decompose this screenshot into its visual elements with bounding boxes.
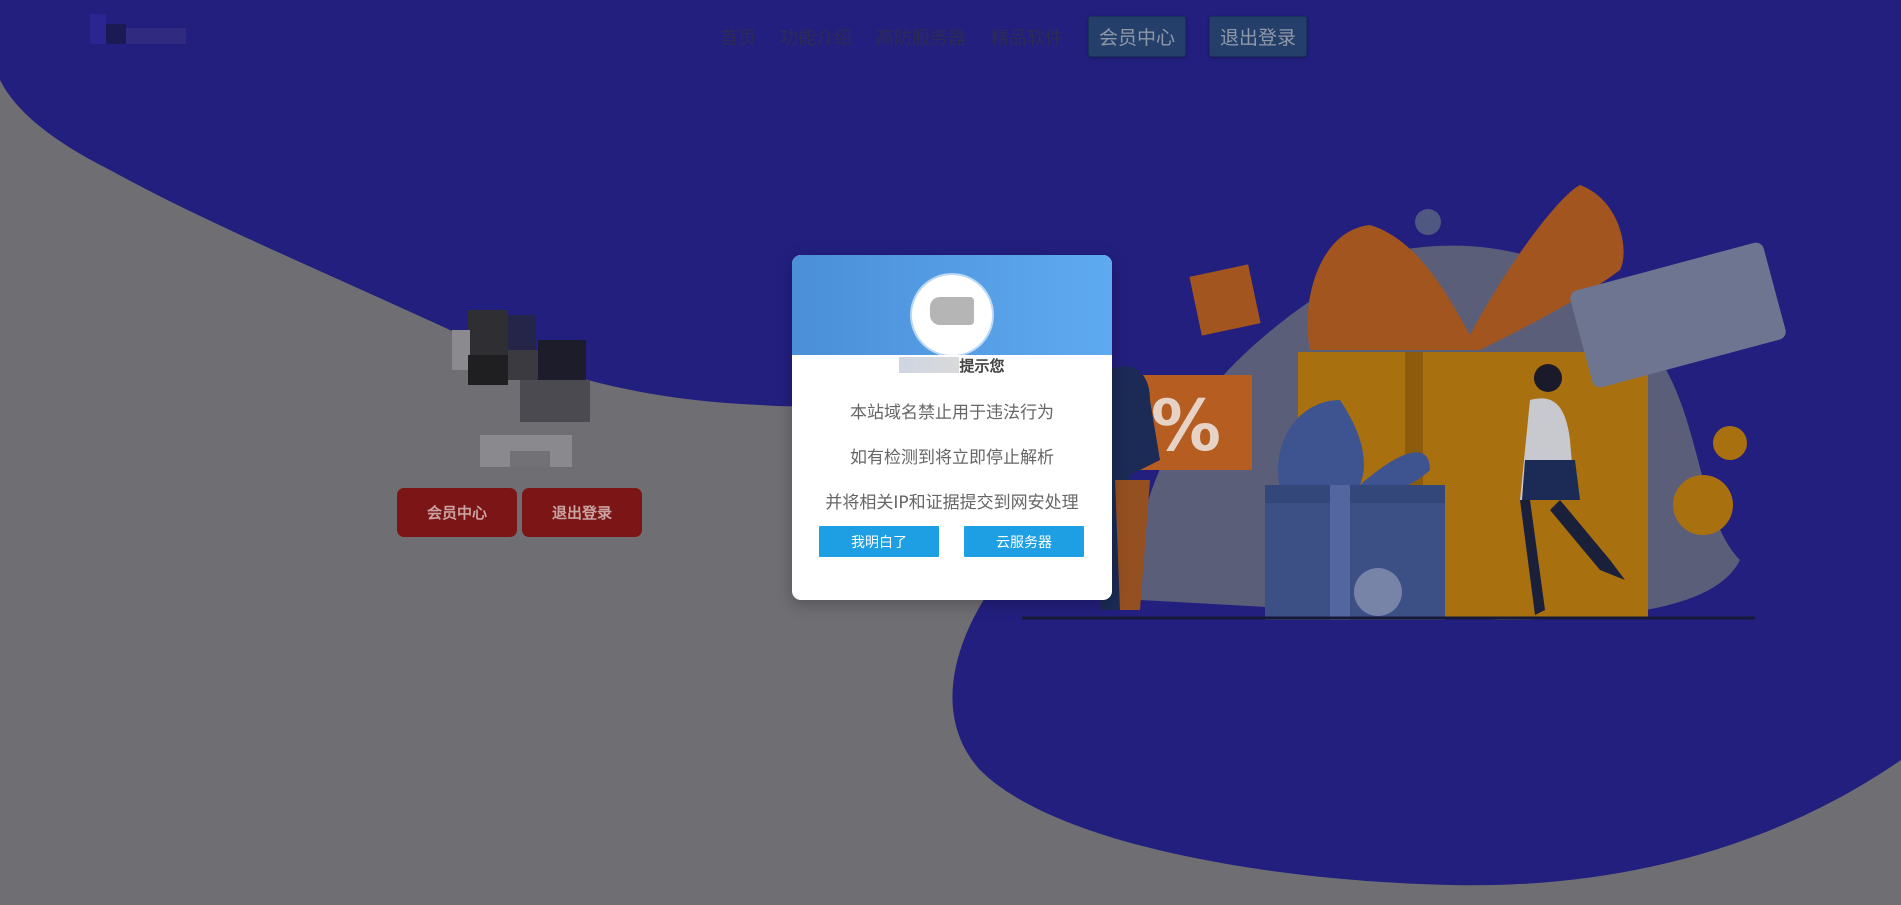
blurred-site-name: [899, 357, 960, 373]
blue-gift-box: [1265, 485, 1445, 620]
nav-features[interactable]: 功能介绍: [780, 24, 852, 50]
nav-home[interactable]: 首页: [720, 24, 756, 50]
cloud-server-button[interactable]: 云服务器: [964, 526, 1084, 557]
dialog-title: 提示您: [792, 355, 1112, 376]
small-gift: [1189, 264, 1261, 336]
nav-member-center-button[interactable]: 会员中心: [1088, 16, 1186, 57]
dialog-cloud-icon: [912, 275, 992, 355]
dialog-title-text: 提示您: [959, 357, 1005, 375]
nav-software[interactable]: 精品软件: [991, 24, 1063, 50]
svg-text:%: %: [1151, 385, 1221, 467]
hero-member-center-button[interactable]: 会员中心: [397, 488, 517, 537]
nav-logout-button[interactable]: 退出登录: [1209, 16, 1307, 57]
person-right: [1534, 364, 1562, 392]
decor-circle: [1415, 209, 1441, 235]
avatar: [450, 310, 590, 422]
nav-ddos-servers[interactable]: 高防服务器: [876, 24, 966, 50]
dialog-line: 并将相关IP和证据提交到网安处理: [825, 493, 1079, 513]
understood-button[interactable]: 我明白了: [819, 526, 939, 557]
top-nav: 首页 功能介绍 高防服务器 精品软件 会员中心 退出登录: [0, 0, 1901, 72]
dialog-line: 本站域名禁止用于违法行为: [850, 403, 1054, 423]
notice-dialog: 提示您 本站域名禁止用于违法行为 如有检测到将立即停止解析 并将相关IP和证据提…: [792, 255, 1112, 600]
dialog-line: 如有检测到将立即停止解析: [850, 448, 1054, 468]
user-name: [480, 435, 572, 467]
hero-logout-button[interactable]: 退出登录: [522, 488, 642, 537]
